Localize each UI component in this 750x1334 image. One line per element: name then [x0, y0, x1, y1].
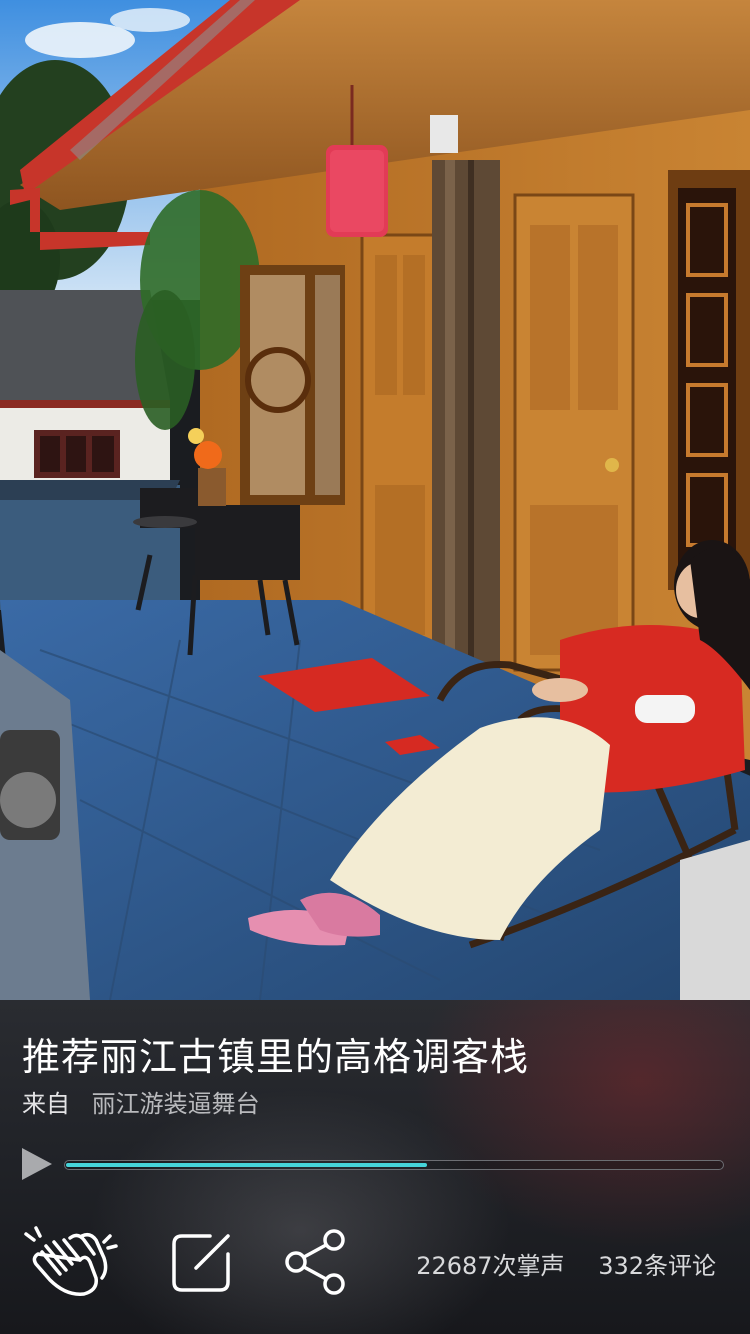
post-info-panel: 推荐丽江古镇里的高格调客栈 来自 丽江游装逼舞台 22687次掌声 332条评论	[0, 1000, 750, 1334]
screen: 推荐丽江古镇里的高格调客栈 来自 丽江游装逼舞台 22687次掌声 332条评论	[0, 0, 750, 1334]
post-title: 推荐丽江古镇里的高格调客栈	[22, 1035, 530, 1079]
comment-count[interactable]: 332条评论	[598, 1246, 716, 1281]
cover-photo	[0, 0, 750, 1000]
edit-icon[interactable]	[170, 1232, 232, 1294]
source-prefix-label: 来自	[22, 1090, 70, 1118]
clap-count[interactable]: 22687次掌声	[416, 1246, 564, 1281]
post-source: 来自 丽江游装逼舞台	[22, 1084, 260, 1119]
source-name-link[interactable]: 丽江游装逼舞台	[92, 1090, 260, 1118]
audio-player	[22, 1146, 724, 1182]
play-icon[interactable]	[22, 1148, 52, 1180]
share-icon[interactable]	[282, 1228, 350, 1296]
post-stats: 22687次掌声 332条评论	[390, 1246, 716, 1281]
action-bar: 22687次掌声 332条评论	[0, 1222, 750, 1312]
progress-bar[interactable]	[64, 1160, 724, 1170]
progress-fill	[66, 1163, 427, 1167]
clap-icon[interactable]	[20, 1224, 120, 1296]
